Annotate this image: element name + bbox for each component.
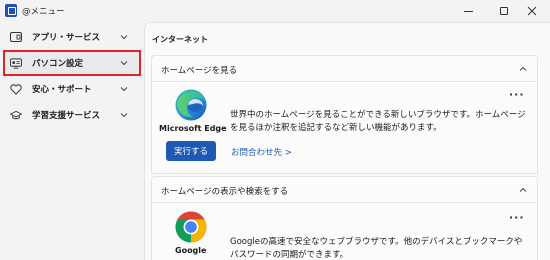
heart-icon xyxy=(10,83,22,95)
edge-description: 世界中のホームページを見ることができる新しいブラウザです。ホームページを見るほか… xyxy=(230,110,526,133)
more-options-icon[interactable]: ··· xyxy=(509,211,525,224)
window-title: @メニュー xyxy=(22,7,65,17)
chevron-down-icon xyxy=(118,83,130,95)
app-icon xyxy=(5,4,17,17)
card-header-view-homepage[interactable]: ホームページを見る xyxy=(151,55,538,82)
graduation-cap-icon xyxy=(10,109,22,121)
contact-link[interactable]: お問合わせ先 > xyxy=(231,146,292,158)
card-header-label: ホームページを見る xyxy=(161,66,238,76)
sidebar-item-learning[interactable]: 学習支援サービス xyxy=(4,103,140,127)
card-header-search[interactable]: ホームページの表示や検索をする xyxy=(151,176,538,203)
pc-settings-icon xyxy=(10,57,22,69)
minimize-icon xyxy=(463,10,473,12)
minimize-button[interactable] xyxy=(450,0,486,22)
app-name-google: Google xyxy=(175,246,207,255)
sidebar-item-pc-settings[interactable]: パソコン設定 xyxy=(3,50,141,76)
chrome-logo-icon xyxy=(174,210,208,244)
chevron-down-icon xyxy=(118,109,130,121)
chevron-up-icon xyxy=(518,185,528,195)
app-name-edge: Microsoft Edge xyxy=(159,124,227,133)
sidebar-item-label: アプリ・サービス xyxy=(32,33,101,43)
chevron-down-icon xyxy=(118,31,130,43)
sidebar-item-support[interactable]: 安心・サポート xyxy=(4,77,140,101)
maximize-icon xyxy=(500,7,508,15)
sidebar: アプリ・サービス パソコン設定 安心・サポート 学習支援サービス xyxy=(0,22,144,260)
title-bar: @メニュー xyxy=(0,0,550,22)
sidebar-item-label: 安心・サポート xyxy=(32,85,92,95)
chevron-up-icon xyxy=(518,64,528,74)
edge-logo-icon xyxy=(174,88,208,122)
apps-icon xyxy=(10,31,22,43)
sidebar-item-label: 学習支援サービス xyxy=(32,111,101,121)
sidebar-item-label: パソコン設定 xyxy=(32,59,84,69)
card-header-label: ホームページの表示や検索をする xyxy=(161,187,289,197)
google-description: Googleの高速で安全なウェブブラウザです。他のデバイスとブックマークやパスワ… xyxy=(230,237,523,260)
section-title: インターネット xyxy=(152,35,208,44)
close-button[interactable] xyxy=(514,0,550,22)
more-options-icon[interactable]: ··· xyxy=(509,88,525,101)
close-icon xyxy=(527,6,537,16)
sidebar-item-apps[interactable]: アプリ・サービス xyxy=(4,25,140,49)
run-button[interactable]: 実行する xyxy=(166,141,216,161)
chevron-down-icon xyxy=(118,57,130,69)
